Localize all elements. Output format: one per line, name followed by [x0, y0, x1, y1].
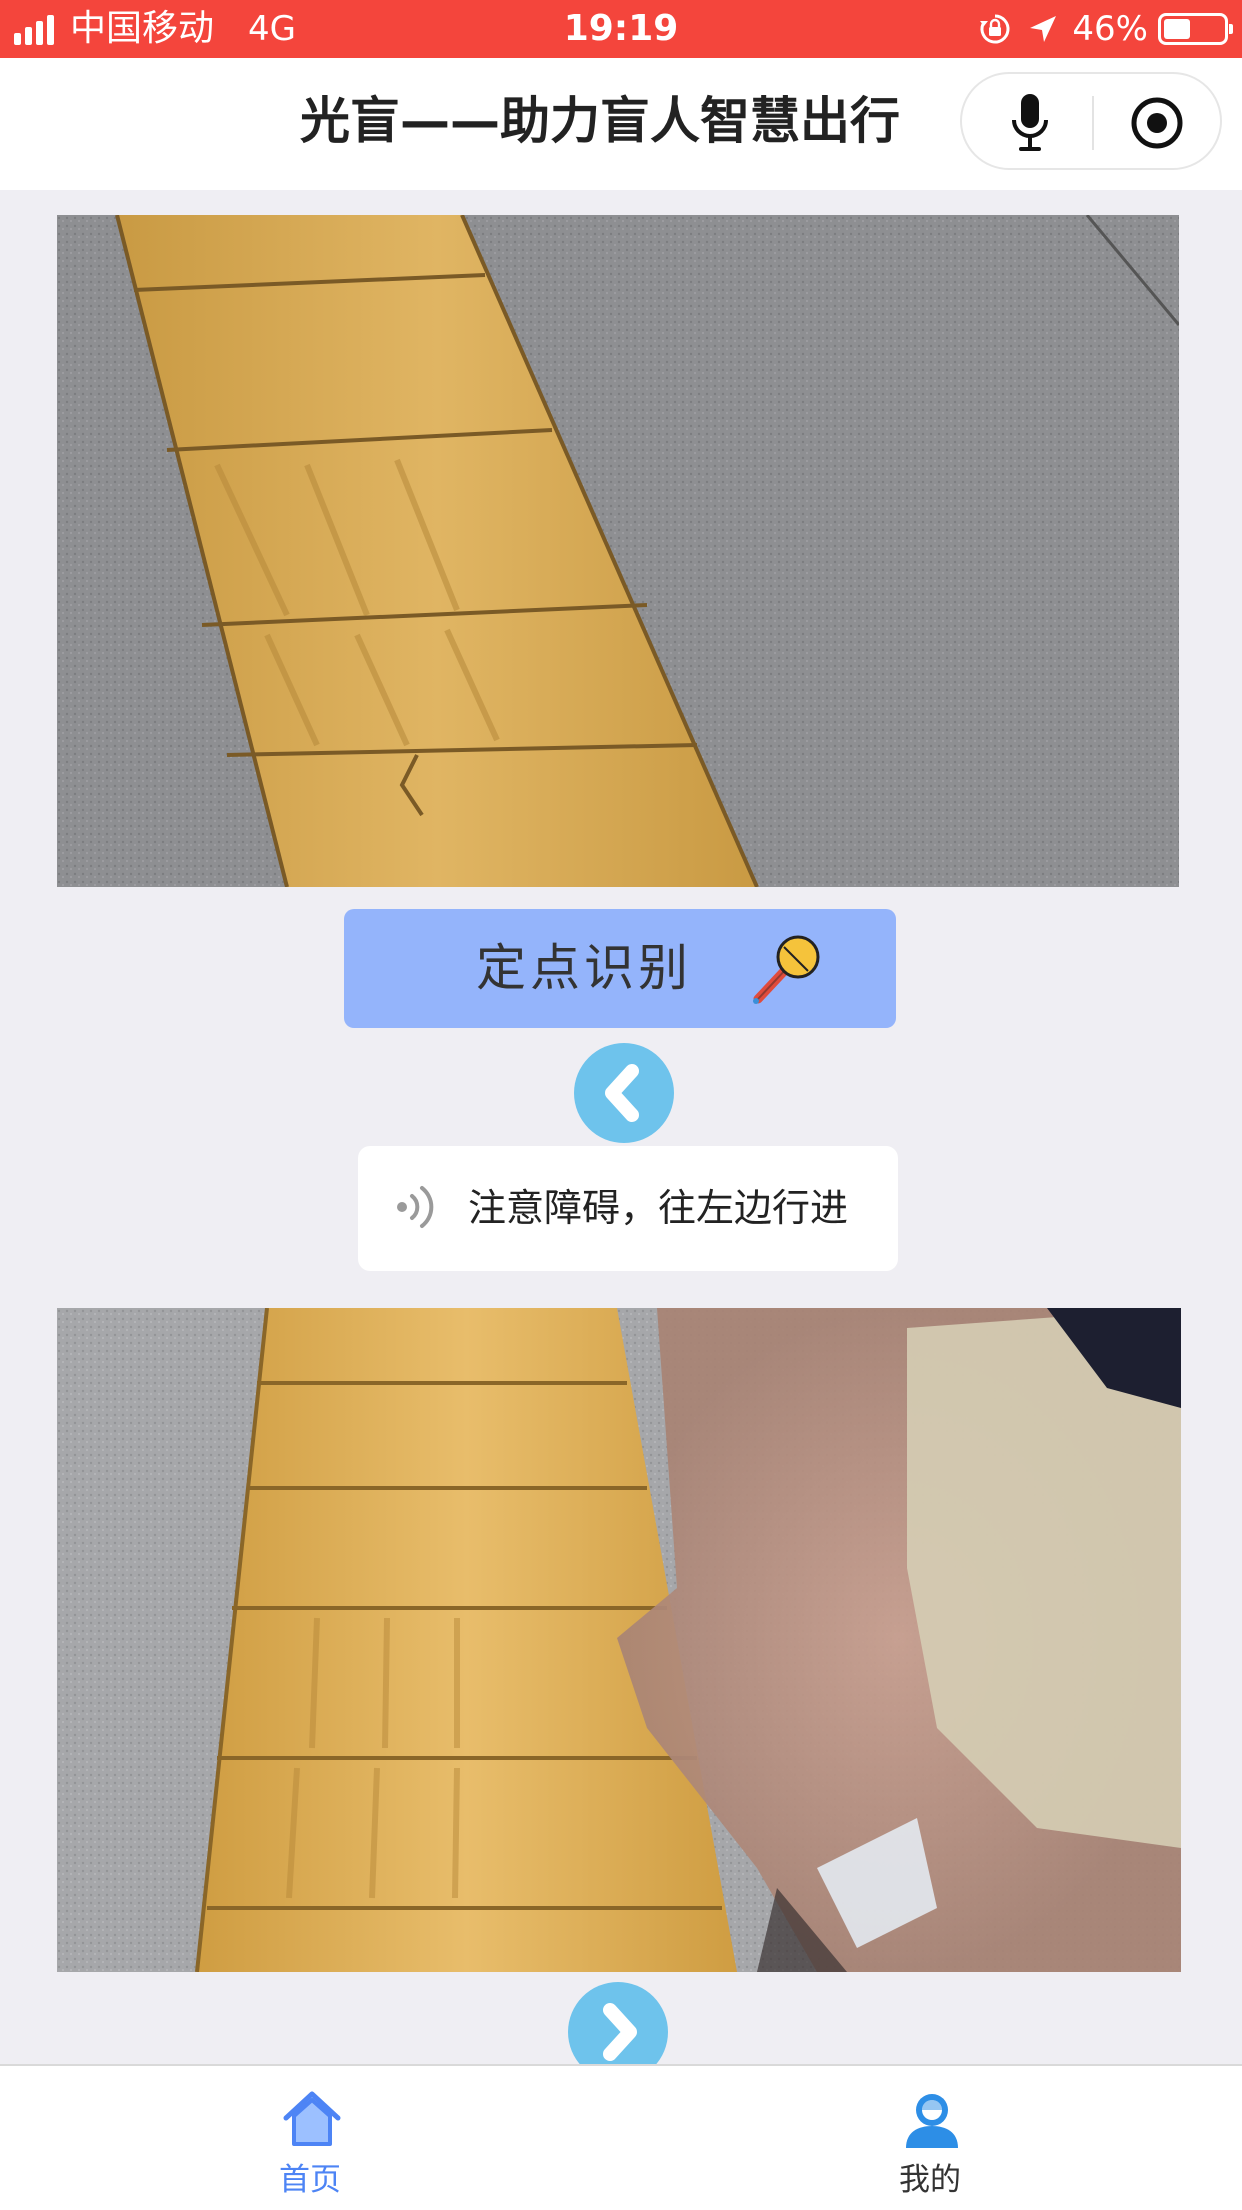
- home-icon: [283, 2091, 341, 2146]
- camera-photo-bottom: [57, 1308, 1181, 1972]
- spot-recognition-button[interactable]: 定点识别: [344, 909, 896, 1028]
- camera-photo-top: [57, 215, 1179, 887]
- speaker-wave-icon: [397, 1186, 434, 1228]
- status-bar: 中国移动 4G 19:19 46%: [0, 0, 1242, 58]
- navigation-bar: 光盲——助力盲人智慧出行: [0, 58, 1242, 190]
- chevron-left-icon: [605, 1064, 639, 1122]
- page-title: 光盲——助力盲人智慧出行: [300, 92, 900, 150]
- tab-mine-label: 我的: [899, 2162, 961, 2198]
- location-arrow-icon: [1030, 16, 1057, 42]
- tab-home-label: 首页: [279, 2162, 341, 2198]
- rotation-lock-icon: [980, 14, 1010, 44]
- voice-hint-bubble[interactable]: 注意障碍，往左边行进: [358, 1146, 898, 1271]
- user-icon: [906, 2094, 958, 2148]
- battery-percent: 46%: [1072, 9, 1148, 49]
- spot-recognition-label: 定点识别: [476, 939, 692, 997]
- colored-microphone-icon: [753, 935, 820, 1004]
- battery-icon: [1158, 13, 1233, 45]
- microphone-icon[interactable]: [1010, 92, 1050, 154]
- tab-mine[interactable]: 我的: [780, 2066, 1080, 2210]
- hint-text: 注意障碍，往左边行进: [468, 1186, 849, 1230]
- tab-home[interactable]: 首页: [160, 2066, 460, 2210]
- miniprogram-capsule: [960, 72, 1222, 170]
- status-right: 46%: [978, 6, 1233, 52]
- previous-button[interactable]: [574, 1043, 674, 1143]
- target-icon[interactable]: [1130, 96, 1184, 150]
- capsule-divider: [1092, 96, 1094, 150]
- tab-bar: 首页 我的: [0, 2064, 1242, 2210]
